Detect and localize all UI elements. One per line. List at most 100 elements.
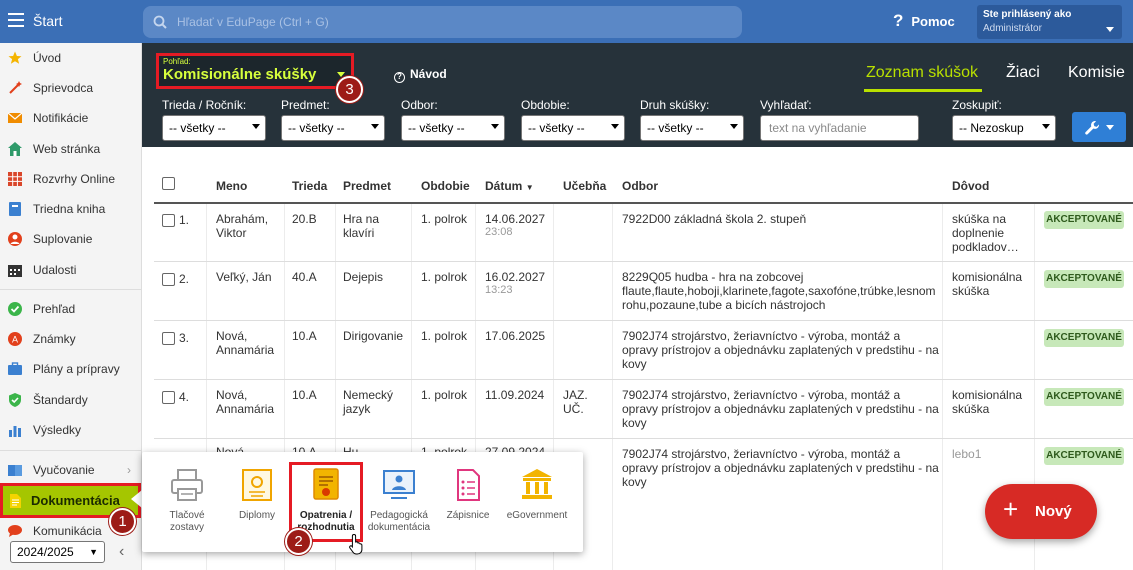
- column-header-field[interactable]: Odbor: [622, 179, 658, 193]
- sidebar-item-vysledky[interactable]: Výsledky: [0, 416, 141, 444]
- sidebar-item-plany[interactable]: Plány a prípravy: [0, 355, 141, 383]
- school-year-select[interactable]: 2024/2025 ▼: [10, 541, 105, 563]
- tools-button[interactable]: [1072, 112, 1126, 142]
- cell-class: 40.A: [292, 270, 317, 284]
- sidebar-item-sprievodca[interactable]: Sprievodca: [0, 74, 141, 102]
- help-label: Pomoc: [911, 14, 955, 29]
- row-divider: [154, 261, 1133, 262]
- cell-date: 11.09.2024: [485, 388, 545, 402]
- sidebar-item-prehlad[interactable]: Prehľad: [0, 295, 141, 323]
- filter-subject-select[interactable]: -- všetky --: [281, 115, 385, 141]
- cell-reason: skúška na doplnenie podkladov…: [952, 212, 1019, 254]
- cell-field-line: opravy prístrojov a objednávku zaplatený…: [622, 402, 939, 416]
- cell-field: 7902J74 strojárstvo, žeriavníctvo - výro…: [622, 329, 939, 371]
- cell-subject-line: klavíri: [343, 226, 375, 240]
- submenu-pedagogical-docs[interactable]: Pedagogická dokumentácia: [364, 468, 434, 534]
- cell-field-line: 8229Q05 hudba - hra na zobcovej: [622, 270, 804, 284]
- cell-name: Nová, Annamária: [216, 388, 274, 416]
- header-divider: [154, 202, 1133, 204]
- column-header-room[interactable]: Učebňa: [563, 179, 606, 193]
- filter-exam-type-select[interactable]: -- všetky --: [640, 115, 744, 141]
- cell-name-line: Annamária: [216, 343, 275, 357]
- chevron-right-icon: ›: [127, 463, 131, 477]
- cell-date: 16.02.2027: [485, 270, 546, 284]
- chevron-down-icon: [252, 124, 260, 129]
- status-badge: AKCEPTOVANÉ: [1044, 329, 1124, 347]
- sidebar-item-label: Výsledky: [33, 423, 82, 437]
- sidebar-item-udalosti[interactable]: Udalosti: [0, 256, 141, 284]
- bar-chart-icon: [9, 426, 21, 437]
- cell-reason: lebo1: [952, 447, 981, 461]
- filter-field-select[interactable]: -- všetky --: [401, 115, 505, 141]
- column-header-class[interactable]: Trieda: [292, 179, 327, 193]
- column-header-reason[interactable]: Dôvod: [952, 179, 989, 193]
- sidebar-item-suplovanie[interactable]: Suplovanie: [0, 225, 141, 253]
- guide-link[interactable]: ? Návod: [394, 67, 447, 83]
- active-tab-indicator: [864, 89, 982, 92]
- cell-field-line: opravy prístrojov a objednávku zaplatený…: [622, 343, 939, 357]
- filter-class-select[interactable]: -- všetky --: [162, 115, 266, 141]
- chevron-down-icon: [730, 124, 738, 129]
- cell-room: JAZ. UČ.: [563, 388, 588, 416]
- sidebar-item-web[interactable]: Web stránka: [0, 135, 141, 163]
- cell-period: 1. polrok: [421, 329, 468, 343]
- search-field-placeholder: text na vyhľadanie: [769, 121, 867, 135]
- submenu-label: Tlačové: [169, 510, 205, 521]
- sidebar-item-label: Komunikácia: [33, 524, 102, 538]
- sidebar-item-notifikacie[interactable]: Notifikácie: [0, 104, 141, 132]
- search-field[interactable]: text na vyhľadanie: [760, 115, 919, 141]
- sidebar-item-triedna-kniha[interactable]: Triedna kniha: [0, 195, 141, 223]
- star-icon: [8, 51, 22, 64]
- cell-name-line: Viktor: [216, 226, 247, 240]
- submenu-print-reports[interactable]: Tlačové zostavy: [152, 468, 222, 534]
- sidebar-item-rozvrhy[interactable]: Rozvrhy Online: [0, 165, 141, 193]
- start-link[interactable]: Štart: [33, 13, 63, 29]
- sort-desc-icon: ▼: [525, 183, 534, 192]
- step-marker: 1: [109, 508, 136, 535]
- column-header-subject[interactable]: Predmet: [343, 179, 391, 193]
- tab-students[interactable]: Žiaci: [1006, 64, 1040, 82]
- submenu-egovernment[interactable]: eGovernment: [502, 468, 572, 522]
- cell-subject: Dejepis: [343, 270, 383, 284]
- cell-field-line: kovy: [622, 357, 647, 371]
- row-checkbox[interactable]: [162, 332, 175, 345]
- filter-period-select[interactable]: -- všetky --: [521, 115, 625, 141]
- sidebar-item-znamky[interactable]: A Známky: [0, 325, 141, 353]
- submenu-diplomas[interactable]: Diplomy: [222, 468, 292, 522]
- hamburger-menu-icon[interactable]: [8, 13, 24, 27]
- submenu-label: Pedagogická: [370, 510, 428, 521]
- global-search-input[interactable]: Hľadať v EduPage (Ctrl + G): [143, 6, 742, 38]
- column-header-name[interactable]: Meno: [216, 179, 247, 193]
- sidebar-item-standardy[interactable]: Štandardy: [0, 386, 141, 414]
- cell-reason-line: skúška: [952, 402, 990, 416]
- view-selector[interactable]: Pohľad: Komisionálne skúšky: [156, 53, 354, 89]
- tab-exam-list[interactable]: Zoznam skúšok: [866, 64, 978, 82]
- column-header-date[interactable]: Dátum ▼: [485, 179, 534, 193]
- new-button[interactable]: + Nový: [985, 484, 1097, 539]
- cell-subject-line: Dirigovanie: [343, 329, 404, 343]
- row-checkbox[interactable]: [162, 214, 175, 227]
- sidebar-item-vyucovanie[interactable]: Vyučovanie ›: [0, 456, 141, 484]
- group-select[interactable]: -- Nezoskup: [952, 115, 1056, 141]
- filter-period-label: Obdobie:: [521, 98, 570, 112]
- hand-cursor-icon: [349, 533, 363, 555]
- column-header-period[interactable]: Obdobie: [421, 179, 470, 193]
- tab-commissions[interactable]: Komisie: [1068, 64, 1125, 82]
- column-divider: [942, 204, 943, 570]
- row-checkbox[interactable]: [162, 273, 175, 286]
- select-all-checkbox[interactable]: [162, 177, 175, 190]
- sidebar-item-uvod[interactable]: Úvod: [0, 44, 141, 72]
- cell-class: 20.B: [292, 212, 317, 226]
- status-badge: AKCEPTOVANÉ: [1044, 447, 1124, 465]
- chat-icon: [8, 525, 22, 537]
- filter-value: -- všetky --: [169, 121, 226, 135]
- collapse-sidebar-icon[interactable]: ‹: [119, 543, 124, 561]
- row-checkbox[interactable]: [162, 391, 175, 404]
- submenu-minutes[interactable]: Zápisnice: [433, 468, 503, 522]
- sidebar-item-label: Dokumentácia: [31, 493, 120, 508]
- sidebar-item-label: Vyučovanie: [33, 463, 95, 477]
- popup-pointer: [131, 490, 142, 508]
- user-menu[interactable]: Ste prihlásený ako Administrátor: [977, 5, 1122, 39]
- sidebar-item-label: Štandardy: [33, 393, 88, 407]
- help-button[interactable]: ? Pomoc: [893, 11, 955, 31]
